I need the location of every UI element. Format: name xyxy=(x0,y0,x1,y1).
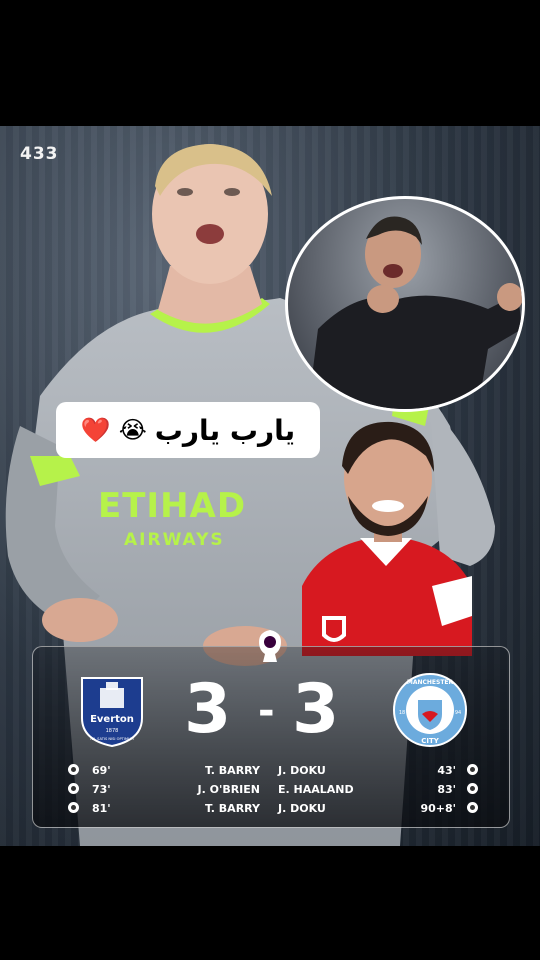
man-city-crest-icon: MANCHESTER CITY 18 94 xyxy=(393,673,467,747)
home-score: 3 xyxy=(184,670,232,749)
home-goal-minute: 73' xyxy=(92,783,111,796)
football-icon xyxy=(68,764,79,775)
everton-crest-icon: Everton 1878 NIL SATIS NISI OPTIMUM xyxy=(81,677,143,748)
everton-crest-motto: NIL SATIS NISI OPTIMUM xyxy=(90,737,133,741)
away-goal-minute: 83' xyxy=(437,783,456,796)
crying-emoji: 😭 xyxy=(118,416,147,444)
shirt-sponsor-sub: AIRWAYS xyxy=(124,530,225,550)
coach-inset-photo xyxy=(285,196,525,412)
bottom-letterbox xyxy=(0,846,540,960)
home-goal-scorer: T. BARRY xyxy=(204,802,260,815)
away-score: 3 xyxy=(292,670,340,749)
caption-bubble: ❤️ 😭 يارب يارب xyxy=(56,402,320,458)
football-icon xyxy=(68,802,79,813)
everton-crest-year: 1878 xyxy=(106,728,119,734)
shirt-sponsor: ETIHAD xyxy=(98,486,247,526)
city-crest-year-left: 18 xyxy=(399,710,405,716)
city-crest-year-right: 94 xyxy=(455,710,461,716)
score-separator: - xyxy=(258,688,275,734)
brand-logo: 433 xyxy=(20,144,59,164)
away-goal-scorer: J. DOKU xyxy=(278,802,326,815)
away-goal-scorer: J. DOKU xyxy=(278,764,326,777)
goal-row: 81' T. BARRY J. DOKU 90+8' xyxy=(62,800,480,819)
football-icon xyxy=(467,764,478,775)
football-icon xyxy=(467,802,478,813)
home-goal-minute: 81' xyxy=(92,802,111,815)
arsenal-badge-icon xyxy=(322,616,346,642)
post-image: ETIHAD AIRWAYS 433 ❤️ 😭 يارب يارب Everto… xyxy=(0,126,540,846)
city-crest-bottom: CITY xyxy=(421,737,440,745)
home-goal-minute: 69' xyxy=(92,764,111,777)
fan-reaction-cutout xyxy=(302,421,472,656)
goal-row: 69' T. BARRY J. DOKU 43' xyxy=(62,762,480,781)
coach-figure xyxy=(308,216,522,409)
away-goal-minute: 43' xyxy=(437,764,456,777)
away-goal-scorer: E. HAALAND xyxy=(278,783,354,796)
home-goal-scorer: T. BARRY xyxy=(204,764,260,777)
football-icon xyxy=(467,783,478,794)
city-crest-top: MANCHESTER xyxy=(407,679,454,686)
football-icon xyxy=(68,783,79,794)
home-goal-scorer: J. O'BRIEN xyxy=(197,783,261,796)
top-letterbox xyxy=(0,0,540,126)
caption-text: يارب يارب xyxy=(154,413,296,447)
goal-row: 73' J. O'BRIEN E. HAALAND 83' xyxy=(62,781,480,800)
away-goal-minute: 90+8' xyxy=(420,802,456,815)
everton-crest-label: Everton xyxy=(90,714,134,725)
premier-league-lion-icon xyxy=(259,630,281,662)
heart-emoji: ❤️ xyxy=(80,416,111,444)
goal-scorers-list: 69' T. BARRY J. DOKU 43' 73' J. O'BRIEN … xyxy=(62,762,480,819)
